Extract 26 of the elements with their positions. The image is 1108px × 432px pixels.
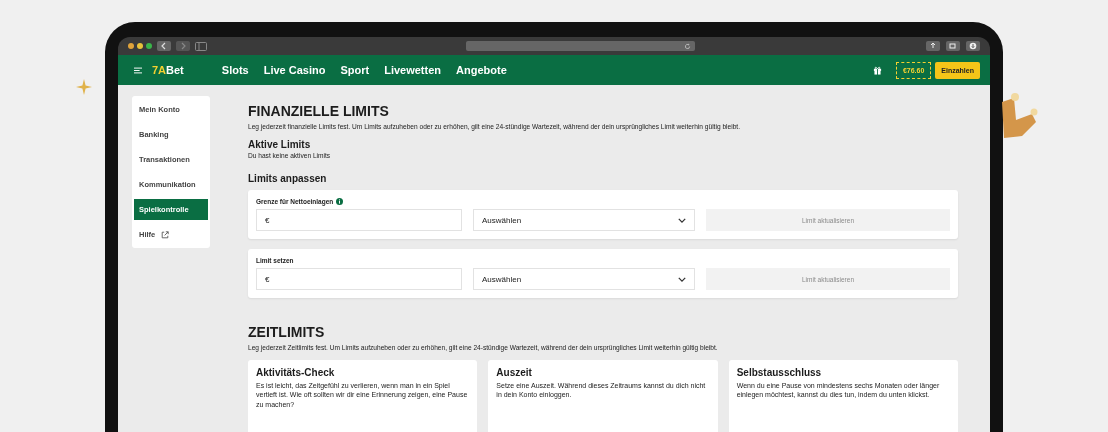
sidebar-icon[interactable]: [195, 41, 207, 51]
share-icon[interactable]: [926, 41, 940, 51]
subsection-title: Aktive Limits: [248, 139, 312, 150]
section-title: ZEITLIMITS: [248, 324, 326, 340]
nav-link[interactable]: Sport: [340, 64, 370, 76]
gift-icon[interactable]: [872, 65, 882, 75]
card-title: Selbstausschluss: [736, 367, 823, 378]
section-title: FINANZIELLE LIMITS: [248, 103, 390, 119]
nav-link[interactable]: Live Casino: [263, 64, 326, 76]
external-link-icon: [161, 230, 170, 239]
reload-icon[interactable]: [684, 42, 691, 50]
nav-link[interactable]: Slots: [221, 64, 249, 76]
forward-icon[interactable]: [176, 41, 190, 51]
nav-link[interactable]: Livewetten: [384, 64, 442, 76]
back-icon[interactable]: [157, 41, 171, 51]
subsection-title: Limits anpassen: [248, 173, 328, 184]
chevron-down-icon: [678, 217, 686, 223]
nav-link[interactable]: Angebote: [456, 64, 507, 76]
sparkle-icon: [76, 79, 92, 95]
menu-icon[interactable]: [134, 66, 142, 74]
download-icon[interactable]: [966, 41, 980, 51]
brand-logo[interactable]: 7ABet: [152, 64, 184, 76]
card-title: Aktivitäts-Check: [256, 367, 336, 378]
tabs-icon[interactable]: [946, 41, 960, 51]
chevron-down-icon: [678, 276, 686, 282]
card-title: Auszeit: [496, 367, 533, 378]
